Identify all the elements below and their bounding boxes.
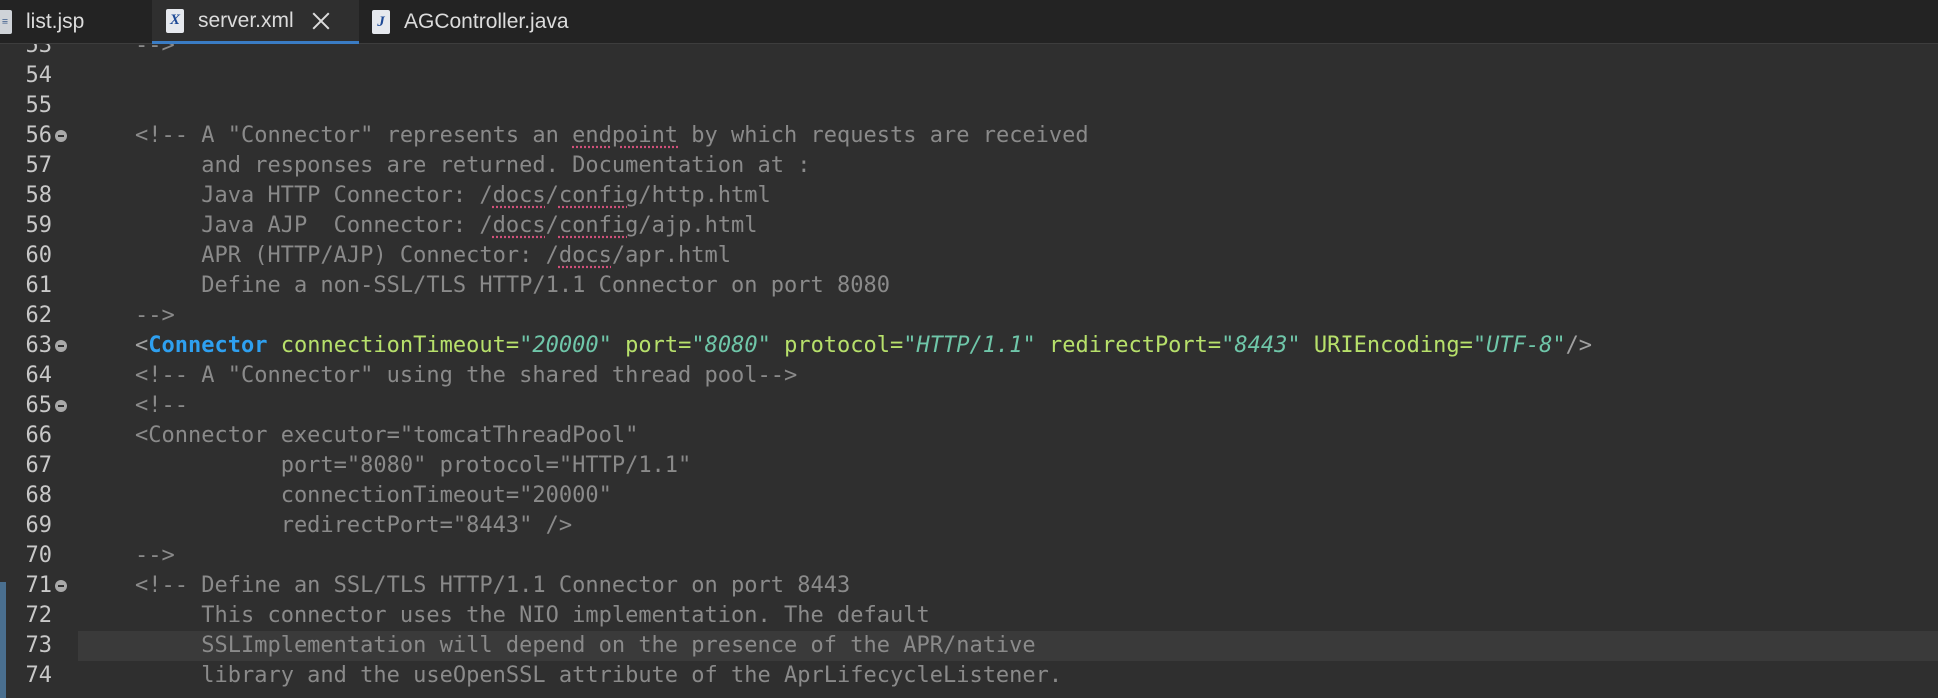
code-line: 66 <Connector executor="tomcatThreadPool… xyxy=(0,421,1938,451)
code-line: 57 and responses are returned. Documenta… xyxy=(0,151,1938,181)
code-line: 72 This connector uses the NIO implement… xyxy=(0,601,1938,631)
code-text: APR (HTTP/AJP) Connector: /docs/apr.html xyxy=(135,243,732,268)
code-text: <!-- A "Connector" using the shared thre… xyxy=(135,363,798,388)
line-number: 58 xyxy=(25,183,53,208)
code-line: 71 <!-- Define an SSL/TLS HTTP/1.1 Conne… xyxy=(0,571,1938,601)
xml-element-name: Connector xyxy=(148,333,268,358)
tab-agcontroller-java[interactable]: J AGController.java xyxy=(372,0,632,44)
tab-label: server.xml xyxy=(198,8,294,32)
spelling-warning: docs xyxy=(492,183,546,208)
line-number: 69 xyxy=(25,513,53,538)
java-file-icon: J xyxy=(372,10,390,34)
jsp-file-icon: ≡ xyxy=(0,10,12,34)
code-line: 58 Java HTTP Connector: /docs/config/htt… xyxy=(0,181,1938,211)
spelling-warning: config xyxy=(558,213,639,238)
code-text: --> xyxy=(135,303,175,328)
line-number: 56 xyxy=(25,123,53,148)
line-number: 53 xyxy=(25,44,53,58)
code-text: redirectPort="8443" /> xyxy=(135,513,573,538)
code-text: --> xyxy=(135,543,175,568)
code-line: 60 APR (HTTP/AJP) Connector: /docs/apr.h… xyxy=(0,241,1938,271)
line-number: 60 xyxy=(25,243,53,268)
code-text: port="8080" protocol="HTTP/1.1" xyxy=(135,453,692,478)
code-text: SSLImplementation will depend on the pre… xyxy=(135,633,1036,658)
line-number: 66 xyxy=(25,423,53,448)
code-text: connectionTimeout="20000" xyxy=(135,483,612,508)
tab-label: list.jsp xyxy=(26,10,85,33)
fold-toggle-icon[interactable] xyxy=(55,400,67,412)
line-number: 70 xyxy=(25,543,53,568)
fold-toggle-icon[interactable] xyxy=(55,340,67,352)
code-text: <Connector executor="tomcatThreadPool" xyxy=(135,423,639,448)
line-number: 57 xyxy=(25,153,53,178)
fold-toggle-icon[interactable] xyxy=(55,580,67,592)
spelling-warning: docs xyxy=(492,213,546,238)
code-line: 53 --> xyxy=(0,44,1938,61)
code-line: 62 --> xyxy=(0,301,1938,331)
line-number: 67 xyxy=(25,453,53,478)
code-text: library and the useOpenSSL attribute of … xyxy=(135,663,1063,688)
code-line: 56 <!-- A "Connector" represents an endp… xyxy=(0,121,1938,151)
code-line: 63 <Connector connectionTimeout="20000" … xyxy=(0,331,1938,361)
xml-file-icon: X xyxy=(166,8,184,33)
code-text: This connector uses the NIO implementati… xyxy=(135,603,930,628)
code-line: 61 Define a non-SSL/TLS HTTP/1.1 Connect… xyxy=(0,271,1938,301)
spelling-warning: endpoint xyxy=(572,123,679,148)
line-number: 71 xyxy=(25,573,53,598)
code-line: 65 <!-- xyxy=(0,391,1938,421)
code-text: Java AJP Connector: /docs/config/ajp.htm… xyxy=(135,213,758,238)
line-number: 72 xyxy=(25,603,53,628)
code-text: and responses are returned. Documentatio… xyxy=(135,153,811,178)
code-text: <Connector connectionTimeout="20000" por… xyxy=(135,333,1593,358)
code-line: 70 --> xyxy=(0,541,1938,571)
code-line: 68 connectionTimeout="20000" xyxy=(0,481,1938,511)
code-text: <!-- A "Connector" represents an endpoin… xyxy=(135,123,1089,148)
line-number: 61 xyxy=(25,273,53,298)
spelling-warning: config xyxy=(558,183,639,208)
close-icon[interactable] xyxy=(310,10,332,32)
fold-toggle-icon[interactable] xyxy=(55,130,67,142)
code-line: 67 port="8080" protocol="HTTP/1.1" xyxy=(0,451,1938,481)
line-number: 68 xyxy=(25,483,53,508)
line-number: 62 xyxy=(25,303,53,328)
code-line: 54 xyxy=(0,61,1938,91)
code-text: Define a non-SSL/TLS HTTP/1.1 Connector … xyxy=(135,273,890,298)
tab-list-jsp[interactable]: ≡ list.jsp xyxy=(0,0,150,44)
line-number: 73 xyxy=(25,633,53,658)
tab-server-xml[interactable]: X server.xml xyxy=(152,0,359,44)
code-text: --> xyxy=(135,44,175,58)
line-number: 64 xyxy=(25,363,53,388)
editor-tab-bar: ≡ list.jsp X server.xml J AGController.j… xyxy=(0,0,1938,44)
code-line: 55 xyxy=(0,91,1938,121)
code-text: Java HTTP Connector: /docs/config/http.h… xyxy=(135,183,771,208)
line-number: 59 xyxy=(25,213,53,238)
code-line: 64 <!-- A "Connector" using the shared t… xyxy=(0,361,1938,391)
line-number: 74 xyxy=(25,663,53,688)
tab-label: AGController.java xyxy=(404,10,569,33)
code-line: 69 redirectPort="8443" /> xyxy=(0,511,1938,541)
code-line: 59 Java AJP Connector: /docs/config/ajp.… xyxy=(0,211,1938,241)
code-line: 74 library and the useOpenSSL attribute … xyxy=(0,661,1938,691)
line-number: 65 xyxy=(25,393,53,418)
line-number: 54 xyxy=(25,63,53,88)
code-line: 73 SSLImplementation will depend on the … xyxy=(0,631,1938,661)
line-number: 63 xyxy=(25,333,53,358)
spelling-warning: docs xyxy=(558,243,612,268)
code-text: <!-- xyxy=(135,393,188,418)
line-number: 55 xyxy=(25,93,53,118)
code-editor[interactable]: 53 --> 54 55 56 <!-- A "Connector" repre… xyxy=(0,44,1938,698)
code-text: <!-- Define an SSL/TLS HTTP/1.1 Connecto… xyxy=(135,573,851,598)
